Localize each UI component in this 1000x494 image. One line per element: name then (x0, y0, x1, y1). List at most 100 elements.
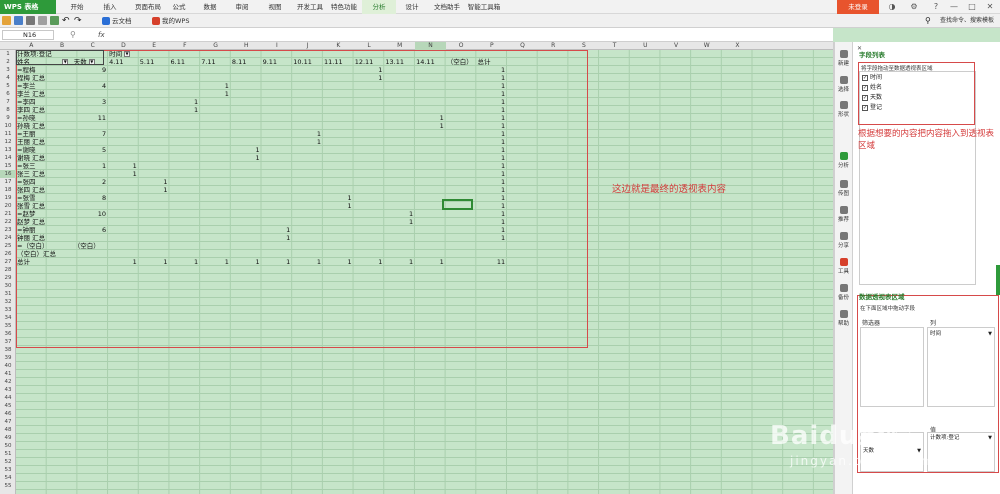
column-header-X[interactable]: X (722, 42, 753, 50)
skin-icon[interactable]: ◑ (884, 0, 900, 14)
row-header-3[interactable]: 3 (0, 66, 16, 74)
field-item[interactable]: ✓ 登记 (862, 103, 882, 112)
side-tool-7[interactable]: 工具 (834, 258, 853, 275)
row-header-17[interactable]: 17 (0, 178, 16, 186)
chevron-down-icon[interactable]: ▼ (988, 434, 992, 443)
row-header-49[interactable]: 49 (0, 434, 16, 442)
row-header-42[interactable]: 42 (0, 378, 16, 386)
row-header-12[interactable]: 12 (0, 138, 16, 146)
row-header-22[interactable]: 22 (0, 218, 16, 226)
row-header-14[interactable]: 14 (0, 154, 16, 162)
active-cell[interactable] (442, 199, 473, 210)
row-header-11[interactable]: 11 (0, 130, 16, 138)
column-header-W[interactable]: W (691, 42, 722, 50)
tab-0[interactable]: 云文档 (100, 14, 132, 28)
row-header-29[interactable]: 29 (0, 274, 16, 282)
undo-icon[interactable]: ↶ (62, 14, 70, 28)
row-header-43[interactable]: 43 (0, 386, 16, 394)
open-icon[interactable] (2, 16, 11, 25)
row-header-54[interactable]: 54 (0, 474, 16, 482)
menu-item-7[interactable]: 开发工具 (293, 0, 327, 14)
row-header-33[interactable]: 33 (0, 306, 16, 314)
row-header-46[interactable]: 46 (0, 410, 16, 418)
login-button[interactable]: 未登录 (837, 0, 879, 14)
row-header-9[interactable]: 9 (0, 114, 16, 122)
menu-item-3[interactable]: 公式 (162, 0, 196, 14)
restore-icon[interactable]: □ (964, 0, 980, 14)
search-command[interactable]: 查找命令、搜索模板 (940, 14, 1000, 28)
close-icon[interactable]: ✕ (982, 0, 998, 14)
row-header-25[interactable]: 25 (0, 242, 16, 250)
value-field-chip[interactable]: 计数项:登记 ▼ (928, 434, 994, 443)
row-header-13[interactable]: 13 (0, 146, 16, 154)
row-header-47[interactable]: 47 (0, 418, 16, 426)
row-header-55[interactable]: 55 (0, 482, 16, 490)
row-header-45[interactable]: 45 (0, 402, 16, 410)
row-header-52[interactable]: 52 (0, 458, 16, 466)
row-header-1[interactable]: 1 (0, 50, 16, 58)
row-header-38[interactable]: 38 (0, 346, 16, 354)
row-header-7[interactable]: 7 (0, 98, 16, 106)
column-header-G[interactable]: G (200, 42, 231, 50)
app-name[interactable]: WPS 表格 (0, 0, 56, 14)
side-tool-4[interactable]: 传图 (834, 180, 853, 197)
checkbox-checked[interactable]: ✓ (862, 84, 868, 91)
search-icon[interactable]: ⚲ (925, 14, 931, 28)
column-header-F[interactable]: F (170, 42, 201, 50)
side-tool-8[interactable]: 备份 (834, 284, 853, 301)
column-header-A[interactable]: A (16, 42, 47, 50)
menu-item-5[interactable]: 审阅 (225, 0, 259, 14)
row-header-26[interactable]: 26 (0, 250, 16, 258)
side-tool-2[interactable]: 形状 (834, 101, 853, 118)
side-tool-5[interactable]: 推荐 (834, 206, 853, 223)
menu-item-0[interactable]: 开始 (60, 0, 94, 14)
column-header-C[interactable]: C (77, 42, 108, 50)
menu-item-8[interactable]: 特色功能 (327, 0, 361, 14)
menu-item-1[interactable]: 插入 (93, 0, 127, 14)
row-header-53[interactable]: 53 (0, 466, 16, 474)
preview-icon[interactable] (38, 16, 47, 25)
column-header-K[interactable]: K (323, 42, 354, 50)
row-header-36[interactable]: 36 (0, 330, 16, 338)
column-header-P[interactable]: P (477, 42, 508, 50)
row-header-30[interactable]: 30 (0, 282, 16, 290)
row-header-50[interactable]: 50 (0, 442, 16, 450)
row-header-8[interactable]: 8 (0, 106, 16, 114)
row-header-28[interactable]: 28 (0, 266, 16, 274)
column-header-E[interactable]: E (139, 42, 170, 50)
row-header-24[interactable]: 24 (0, 234, 16, 242)
row-header-32[interactable]: 32 (0, 298, 16, 306)
row-header-48[interactable]: 48 (0, 426, 16, 434)
menu-item-9[interactable]: 分析 (362, 0, 396, 14)
column-header-T[interactable]: T (599, 42, 630, 50)
column-header-L[interactable]: L (354, 42, 385, 50)
row-header-37[interactable]: 37 (0, 338, 16, 346)
column-zone[interactable] (927, 327, 995, 407)
side-tool-1[interactable]: 选择 (834, 76, 853, 93)
row-header-23[interactable]: 23 (0, 226, 16, 234)
row-header-20[interactable]: 20 (0, 202, 16, 210)
column-header-H[interactable]: H (231, 42, 262, 50)
column-header-D[interactable]: D (108, 42, 139, 50)
side-tool-6[interactable]: 分享 (834, 232, 853, 249)
column-header-V[interactable]: V (661, 42, 692, 50)
row-header-21[interactable]: 21 (0, 210, 16, 218)
menu-item-11[interactable]: 文档助手 (430, 0, 464, 14)
settings-icon[interactable]: ⚙ (906, 0, 922, 14)
field-item[interactable]: ✓ 时间 (862, 73, 882, 82)
row-header-39[interactable]: 39 (0, 354, 16, 362)
menu-item-6[interactable]: 视图 (258, 0, 292, 14)
column-field-chip[interactable]: 时间 ▼ (928, 330, 994, 339)
row-header-40[interactable]: 40 (0, 362, 16, 370)
row-header-31[interactable]: 31 (0, 290, 16, 298)
menu-item-12[interactable]: 智能工具箱 (467, 0, 501, 14)
checkbox-checked[interactable]: ✓ (862, 74, 868, 81)
menu-item-4[interactable]: 数据 (193, 0, 227, 14)
row-header-16[interactable]: 16 (0, 170, 16, 178)
row-header-18[interactable]: 18 (0, 186, 16, 194)
menu-item-2[interactable]: 页面布局 (131, 0, 165, 14)
row-header-6[interactable]: 6 (0, 90, 16, 98)
name-box[interactable]: N16 (2, 30, 54, 40)
filter-zone[interactable] (860, 327, 924, 407)
row-header-15[interactable]: 15 (0, 162, 16, 170)
